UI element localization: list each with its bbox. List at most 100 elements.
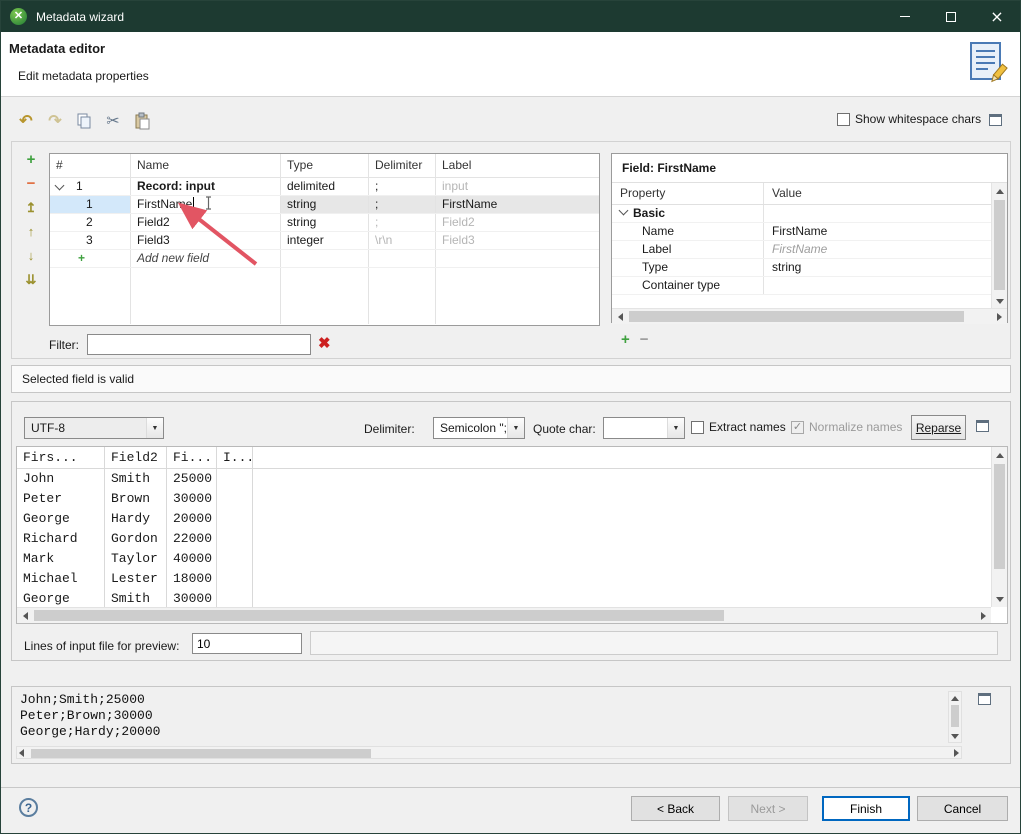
property-row-container-type[interactable]: Container type (612, 277, 991, 295)
col-delimiter[interactable]: Delimiter (369, 154, 436, 177)
field-delimiter[interactable]: ; (369, 214, 436, 231)
scrollbar-thumb[interactable] (629, 311, 964, 322)
record-type[interactable]: delimited (281, 178, 369, 195)
field-label[interactable]: Field2 (436, 214, 599, 231)
field-row-field3[interactable]: 3 Field3 integer \r\n Field3 (50, 232, 599, 250)
checkbox-box[interactable] (837, 113, 850, 126)
scrollbar-thumb[interactable] (994, 464, 1005, 569)
add-field-plus-icon[interactable]: + (78, 250, 85, 267)
show-whitespace-checkbox[interactable]: Show whitespace chars (837, 112, 981, 126)
maximize-panel-icon[interactable] (989, 114, 1002, 126)
col-type[interactable]: Type (281, 154, 369, 177)
move-bottom-icon[interactable]: ⇊ (22, 271, 40, 288)
field-name[interactable]: Field2 (131, 214, 281, 231)
encoding-select[interactable]: UTF-8 ▼ (24, 417, 164, 439)
cut-icon[interactable]: ✂ (102, 110, 124, 132)
reparse-button[interactable]: Reparse (911, 415, 966, 440)
extract-names-checkbox[interactable]: Extract names (691, 420, 786, 434)
field-label[interactable]: Field3 (436, 232, 599, 249)
preview-col[interactable]: I... (217, 447, 253, 468)
col-value[interactable]: Value (764, 183, 991, 204)
property-value[interactable]: FirstName (764, 223, 991, 240)
maximize-panel-icon[interactable] (978, 693, 991, 705)
preview-col[interactable]: Firs... (17, 447, 105, 468)
field-name[interactable]: Field3 (131, 232, 281, 249)
maximize-panel-icon[interactable] (976, 420, 989, 432)
scrollbar-thumb[interactable] (994, 200, 1005, 290)
maximize-button[interactable] (928, 1, 974, 32)
redo-icon[interactable]: ↷ (44, 110, 66, 132)
col-property[interactable]: Property (612, 183, 764, 204)
property-row-type[interactable]: Type string (612, 259, 991, 277)
field-type[interactable]: integer (281, 232, 369, 249)
back-button[interactable]: < Back (631, 796, 720, 821)
property-value[interactable]: string (764, 259, 991, 276)
record-row[interactable]: 1 Record: input delimited ; input (50, 178, 599, 196)
paste-icon[interactable] (131, 110, 153, 132)
lines-preview-input[interactable] (192, 633, 302, 654)
preview-col[interactable]: Fi... (167, 447, 217, 468)
field-row-field2[interactable]: 2 Field2 string ; Field2 (50, 214, 599, 232)
field-delimiter[interactable]: \r\n (369, 232, 436, 249)
add-property-icon[interactable]: + (621, 331, 630, 348)
close-button[interactable]: × (974, 1, 1020, 32)
checkbox-box[interactable] (691, 421, 704, 434)
remove-property-icon[interactable]: − (640, 331, 649, 348)
scroll-down-icon[interactable] (992, 591, 1008, 607)
scroll-right-icon[interactable] (975, 608, 991, 624)
scroll-right-icon[interactable] (954, 749, 959, 757)
add-field-icon[interactable]: + (22, 151, 40, 168)
move-up-icon[interactable]: ↑ (22, 223, 40, 240)
add-new-field-label[interactable]: Add new field (131, 250, 281, 267)
col-name[interactable]: Name (131, 154, 281, 177)
property-group-basic[interactable]: Basic (612, 205, 991, 223)
scrollbar-thumb[interactable] (951, 705, 959, 727)
property-value[interactable] (764, 277, 991, 294)
undo-icon[interactable]: ↶ (15, 110, 37, 132)
delimiter-select[interactable]: Semicolon ";" ▼ (433, 417, 525, 439)
scroll-left-icon[interactable] (612, 309, 628, 325)
move-top-icon[interactable]: ↥ (22, 199, 40, 216)
record-delimiter[interactable]: ; (369, 178, 436, 195)
property-vscrollbar[interactable] (991, 183, 1007, 309)
scroll-up-icon[interactable] (992, 447, 1008, 463)
col-num[interactable]: # (50, 154, 131, 177)
field-type[interactable]: string (281, 214, 369, 231)
property-hscrollbar[interactable] (612, 308, 1007, 324)
field-row-firstname[interactable]: 1 FirstName string ; FirstName (50, 196, 599, 214)
record-name[interactable]: Record: input (131, 178, 281, 195)
field-label[interactable]: FirstName (436, 196, 599, 213)
col-label[interactable]: Label (436, 154, 599, 177)
add-new-field-row[interactable]: + Add new field (50, 250, 599, 268)
scroll-left-icon[interactable] (19, 749, 24, 757)
preview-col[interactable]: Field2 (105, 447, 167, 468)
scroll-up-icon[interactable] (992, 183, 1008, 199)
copy-icon[interactable] (73, 110, 95, 132)
scroll-left-icon[interactable] (17, 608, 33, 624)
finish-button[interactable]: Finish (822, 796, 910, 821)
property-row-name[interactable]: Name FirstName (612, 223, 991, 241)
scroll-up-icon[interactable] (949, 692, 961, 704)
scroll-down-icon[interactable] (992, 293, 1008, 309)
field-name-edit-cell[interactable]: FirstName (131, 196, 281, 213)
field-delimiter[interactable]: ; (369, 196, 436, 213)
record-label[interactable]: input (436, 178, 599, 195)
clear-filter-icon[interactable]: ✖ (318, 334, 331, 354)
quote-char-select[interactable]: ▼ (603, 417, 685, 439)
scrollbar-thumb[interactable] (31, 749, 371, 758)
property-row-label[interactable]: Label FirstName (612, 241, 991, 259)
raw-hscrollbar[interactable] (16, 746, 962, 759)
raw-vscrollbar[interactable] (948, 691, 962, 743)
collapse-chevron-icon[interactable] (619, 206, 629, 216)
minimize-button[interactable] (882, 1, 928, 32)
scroll-down-icon[interactable] (949, 730, 961, 742)
remove-field-icon[interactable]: − (22, 175, 40, 192)
help-icon[interactable]: ? (19, 798, 38, 817)
preview-vscrollbar[interactable] (991, 447, 1007, 607)
scroll-right-icon[interactable] (991, 309, 1007, 325)
cancel-button[interactable]: Cancel (917, 796, 1008, 821)
preview-hscrollbar[interactable] (17, 607, 991, 623)
move-down-icon[interactable]: ↓ (22, 247, 40, 264)
filter-input[interactable] (87, 334, 311, 355)
expand-chevron-icon[interactable] (55, 180, 65, 190)
